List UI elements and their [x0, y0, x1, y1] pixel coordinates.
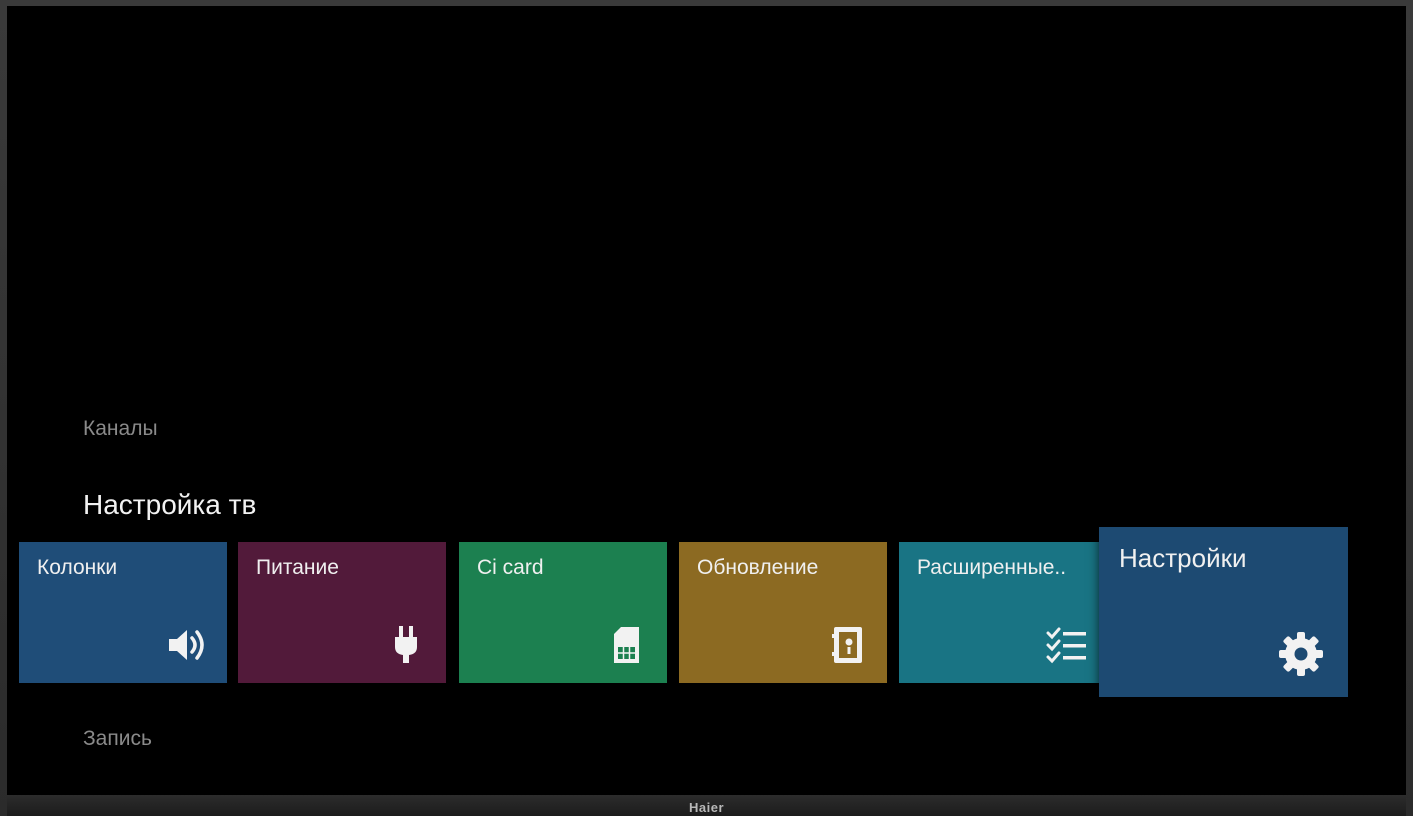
- tile-update[interactable]: Обновление: [679, 542, 887, 683]
- tv-screen: Каналы Настройка тв Запись Колонки Питан…: [7, 6, 1406, 795]
- tile-power[interactable]: Питание: [238, 542, 446, 683]
- tile-label: Обновление: [697, 556, 819, 579]
- checklist-icon: [1045, 623, 1089, 667]
- tile-label: Колонки: [37, 556, 118, 579]
- power-plug-icon: [384, 623, 428, 667]
- gear-icon: [1276, 629, 1326, 679]
- row-label-tv-settings: Настройка тв: [83, 489, 257, 520]
- tile-label: Питание: [256, 556, 339, 579]
- tile-speakers[interactable]: Колонки: [19, 542, 227, 683]
- row-label-channels[interactable]: Каналы: [83, 417, 158, 441]
- tile-label: Настройки: [1119, 543, 1247, 573]
- tile-label: Расширенные..: [917, 556, 1067, 579]
- row-label-recording[interactable]: Запись: [83, 727, 152, 751]
- speaker-icon: [165, 623, 209, 667]
- tile-settings[interactable]: Настройки: [1099, 527, 1348, 697]
- brand-logo: Haier: [688, 800, 725, 815]
- sim-card-icon: [605, 623, 649, 667]
- tile-advanced[interactable]: Расширенные..: [899, 542, 1107, 683]
- tile-ci-card[interactable]: Ci card: [459, 542, 667, 683]
- update-document-icon: [825, 623, 869, 667]
- tile-label: Ci card: [477, 556, 544, 579]
